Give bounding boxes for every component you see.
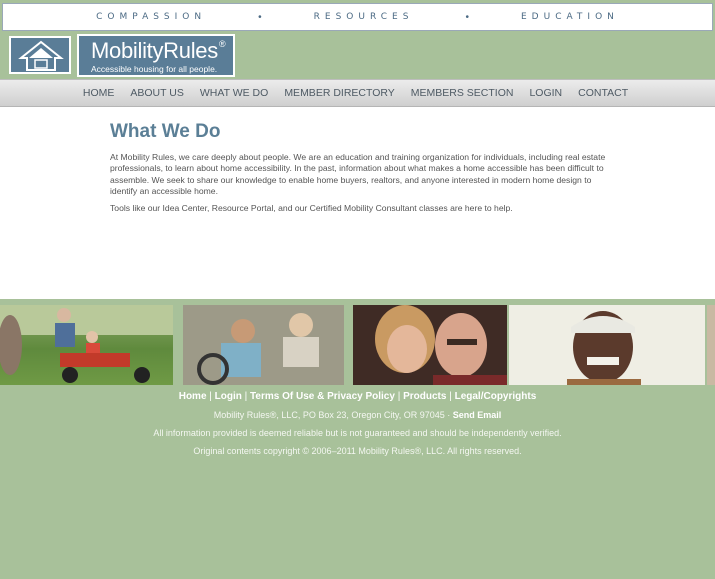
page-title: What We Do <box>110 121 221 142</box>
photo-senior-couple <box>353 305 507 385</box>
tagline-education: EDUCATION <box>520 12 619 22</box>
photo-smiling-man <box>509 305 705 385</box>
tagline-bar: COMPASSION • RESOURCES • EDUCATION <box>2 3 713 31</box>
nav-what-we-do[interactable]: WHAT WE DO <box>192 87 276 99</box>
tagline-resources: RESOURCES <box>313 12 414 22</box>
footer-disclaimer: All information provided is deemed relia… <box>153 428 562 438</box>
logo-registered-mark: ® <box>219 39 226 49</box>
nav-home[interactable]: HOME <box>83 87 123 99</box>
footer-address-line: Mobility Rules®, LLC, PO Box 23, Oregon … <box>0 410 715 420</box>
house-icon <box>18 40 64 71</box>
site-logo[interactable]: MobilityRules ® Accessible housing for a… <box>77 34 235 77</box>
main-nav: HOME ABOUT US WHAT WE DO MEMBER DIRECTOR… <box>0 79 715 107</box>
intro-paragraph: At Mobility Rules, we care deeply about … <box>110 152 606 197</box>
send-email-link[interactable]: Send Email <box>453 410 502 420</box>
photo-edge <box>707 305 715 385</box>
tagline-separator: • <box>258 11 262 23</box>
photo-grandfather-go-kart <box>0 305 173 385</box>
footer-terms-link[interactable]: Terms Of Use & Privacy Policy <box>250 391 395 402</box>
footer-copyright: Original contents copyright © 2006–2011 … <box>193 446 522 456</box>
nav-members-section[interactable]: MEMBERS SECTION <box>403 87 522 99</box>
photo-wheelchair-couple <box>183 305 344 385</box>
tagline-separator: • <box>465 11 469 23</box>
main-content: What We Do At Mobility Rules, we care de… <box>0 107 715 299</box>
nav-login[interactable]: LOGIN <box>521 87 570 99</box>
nav-about-us[interactable]: ABOUT US <box>122 87 191 99</box>
footer-products-link[interactable]: Products <box>403 391 446 402</box>
footer-legal-link[interactable]: Legal/Copyrights <box>455 391 537 402</box>
nav-contact[interactable]: CONTACT <box>570 87 636 99</box>
footer-address: Mobility Rules®, LLC, PO Box 23, Oregon … <box>213 410 453 420</box>
footer-login-link[interactable]: Login <box>215 391 242 402</box>
logo-subtitle: Accessible housing for all people. <box>91 64 218 74</box>
footer-links: Home | Login | Terms Of Use & Privacy Po… <box>178 391 537 402</box>
photo-strip <box>0 305 715 385</box>
house-logo[interactable] <box>9 36 71 74</box>
logo-band: MobilityRules ® Accessible housing for a… <box>0 33 715 79</box>
tools-paragraph: Tools like our Idea Center, Resource Por… <box>110 203 513 213</box>
tagline-compassion: COMPASSION <box>96 12 207 22</box>
nav-member-directory[interactable]: MEMBER DIRECTORY <box>276 87 402 99</box>
footer-home-link[interactable]: Home <box>179 391 207 402</box>
logo-name: MobilityRules <box>91 38 218 63</box>
